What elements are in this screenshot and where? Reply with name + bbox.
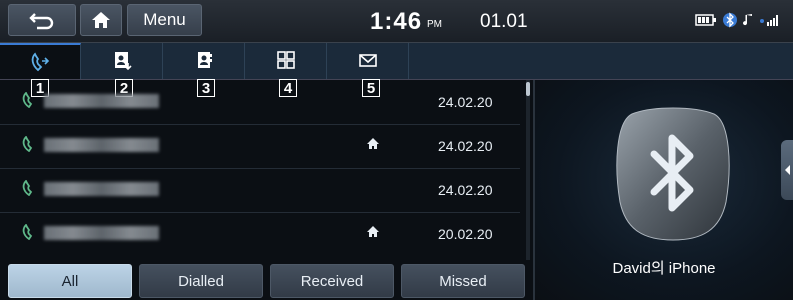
tab-favorites[interactable]	[164, 43, 245, 79]
phone-icon	[22, 180, 33, 196]
message-icon	[359, 54, 377, 67]
phone-tab-bar	[0, 43, 793, 80]
filter-received-button[interactable]: Received	[270, 264, 394, 298]
battery-icon	[695, 14, 716, 26]
bluetooth-device-icon	[616, 107, 730, 241]
call-date: 24.02.20	[438, 182, 493, 198]
phone-icon	[22, 92, 33, 108]
connected-device-name: David의 iPhone	[612, 260, 716, 277]
contact-name-redacted	[44, 94, 159, 108]
call-date: 24.02.20	[438, 94, 493, 110]
status-icons	[695, 12, 781, 28]
bluetooth-status-icon	[723, 12, 737, 28]
filter-all-button[interactable]: All	[8, 264, 132, 298]
contact-name-redacted	[44, 138, 159, 152]
menu-button[interactable]: Menu	[127, 4, 202, 36]
signal-icon	[760, 15, 778, 26]
scrollbar-thumb[interactable]	[526, 82, 530, 96]
contacts-download-icon	[115, 52, 132, 71]
status-bar: Menu 1:46 PM 01.01	[0, 0, 793, 43]
tab-contacts-download[interactable]	[82, 43, 163, 79]
tab-call-history[interactable]	[0, 43, 81, 79]
home-number-icon	[367, 226, 379, 237]
keypad-icon	[277, 51, 295, 69]
chevron-left-icon	[785, 165, 790, 175]
filter-missed-button[interactable]: Missed	[401, 264, 525, 298]
list-scrollbar[interactable]	[526, 80, 530, 260]
call-history-icon	[31, 52, 50, 72]
home-number-icon	[367, 138, 379, 149]
call-list-item[interactable]: 20.02.20	[0, 212, 520, 256]
tab-messages[interactable]	[328, 43, 409, 79]
contact-name-redacted	[44, 226, 159, 240]
call-list-item[interactable]: 24.02.20	[0, 168, 520, 213]
clock-time: 1:46	[370, 8, 423, 35]
phone-icon	[22, 224, 33, 240]
status-date: 01.01	[480, 11, 528, 32]
home-icon	[92, 12, 110, 28]
phone-icon	[22, 136, 33, 152]
call-history-list: 24.02.20 24.02.20 24.02.20 20.02.20	[0, 80, 530, 260]
call-list-item[interactable]: 24.02.20	[0, 124, 520, 169]
call-date: 24.02.20	[438, 138, 493, 154]
back-button[interactable]	[8, 4, 76, 36]
call-list-item[interactable]: 24.02.20	[0, 80, 520, 125]
favorites-icon	[198, 52, 212, 68]
back-arrow-icon	[29, 13, 54, 30]
filter-dialled-button[interactable]: Dialled	[139, 264, 263, 298]
music-note-icon	[743, 14, 752, 26]
home-button[interactable]	[80, 4, 122, 36]
side-panel-handle[interactable]	[781, 140, 793, 200]
tab-keypad[interactable]	[246, 43, 327, 79]
call-date: 20.02.20	[438, 226, 493, 242]
contact-name-redacted	[44, 182, 159, 196]
call-filter-bar: All Dialled Received Missed	[0, 262, 530, 300]
clock-ampm: PM	[427, 19, 442, 30]
